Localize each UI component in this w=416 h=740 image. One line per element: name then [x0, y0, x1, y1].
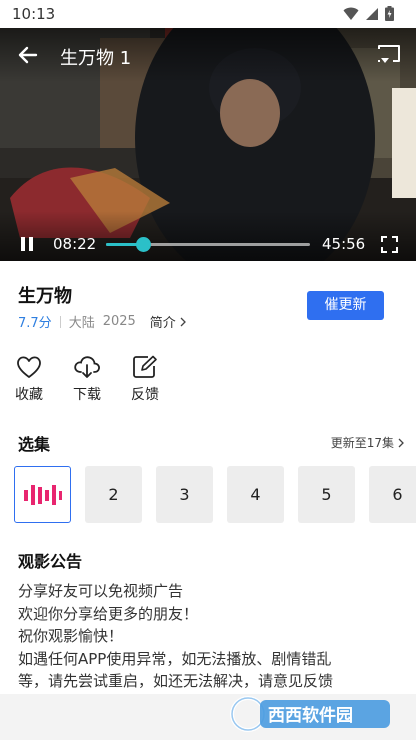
- rating: 7.7分: [18, 316, 52, 331]
- total-time: 45:56: [322, 235, 366, 253]
- download-button[interactable]: 下载: [67, 355, 107, 404]
- feedback-label: 反馈: [131, 387, 159, 403]
- seek-bar[interactable]: [106, 237, 310, 252]
- notice-line: 如遇任何APP使用异常，如无法播放、剧情错乱: [18, 649, 332, 668]
- episode-item[interactable]: 5: [298, 466, 355, 523]
- cast-icon[interactable]: [376, 43, 402, 65]
- video-title: 生万物 1: [60, 48, 132, 69]
- fullscreen-icon[interactable]: [381, 236, 398, 253]
- chevron-right-icon: [398, 438, 404, 447]
- intro-link[interactable]: 简介: [150, 312, 186, 331]
- status-bar: 10:13: [0, 0, 416, 28]
- status-icons: [343, 6, 394, 21]
- episode-item[interactable]: 4: [227, 466, 284, 523]
- notice-line: 欢迎你分享给更多的朋友！: [18, 604, 199, 623]
- feedback-icon: [133, 355, 157, 378]
- episode-item[interactable]: 6: [369, 466, 416, 523]
- current-time: 08:22: [53, 235, 97, 253]
- signal-icon: [366, 7, 378, 20]
- show-title: 生万物: [18, 286, 72, 307]
- status-time: 10:13: [12, 5, 56, 23]
- episodes-title: 选集: [18, 435, 51, 454]
- intro-label: 简介: [149, 316, 176, 331]
- region: 大陆: [68, 316, 95, 331]
- urge-update-button[interactable]: 催更新: [307, 291, 384, 320]
- chevron-right-icon: [180, 317, 186, 326]
- episodes-update-status: 更新至17集: [330, 436, 394, 450]
- watermark-logo: 西西软件园: [230, 696, 390, 732]
- episode-list: 2 3 4 5 6: [14, 466, 416, 523]
- favorite-label: 收藏: [15, 387, 43, 403]
- episode-item[interactable]: 2: [85, 466, 142, 523]
- notice-line: 等，请先尝试重启，如还无法解决，请意见反馈: [18, 672, 334, 690]
- seek-handle[interactable]: [136, 237, 152, 252]
- feedback-button[interactable]: 反馈: [125, 355, 165, 404]
- notice-line: 祝你观影愉快！: [18, 627, 124, 645]
- playing-bars-icon: [23, 484, 62, 505]
- back-arrow-icon[interactable]: [14, 41, 42, 69]
- battery-icon: [385, 6, 394, 21]
- notice-line: 分享好友可以免视频广告: [18, 582, 184, 600]
- wifi-icon: [343, 7, 359, 20]
- download-icon: [74, 356, 100, 378]
- watermark-text: 西西软件园: [268, 705, 353, 726]
- episode-1-playing[interactable]: [14, 466, 71, 523]
- show-meta: 7.7分 大陆 2025 简介: [18, 312, 186, 331]
- video-player[interactable]: 生万物 1 08:22 45:56: [0, 28, 416, 261]
- divider: [59, 315, 61, 328]
- download-label: 下载: [73, 387, 101, 403]
- episode-item[interactable]: 3: [156, 466, 213, 523]
- year: 2025: [102, 314, 136, 329]
- notice-body: 分享好友可以免视频广告 欢迎你分享给更多的朋友！ 祝你观影愉快！ 如遇任何APP…: [18, 580, 404, 693]
- favorite-button[interactable]: 收藏: [9, 355, 49, 404]
- notice-title: 观影公告: [18, 552, 83, 571]
- episodes-more-link[interactable]: 更新至17集: [331, 434, 404, 451]
- heart-icon: [17, 356, 41, 378]
- pause-icon[interactable]: [18, 236, 36, 252]
